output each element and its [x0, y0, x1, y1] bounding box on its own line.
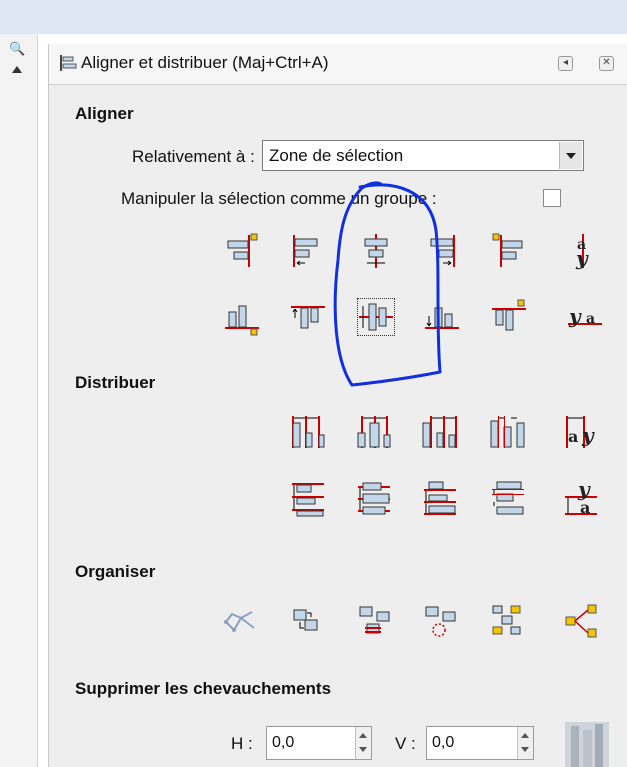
align-dialog-icon [60, 55, 77, 71]
svg-text:y: y [575, 246, 589, 270]
align-right-edges-icon[interactable] [423, 232, 461, 270]
relative-to-label: Relativement à : [132, 147, 255, 166]
close-panel-icon[interactable]: ✕ [599, 56, 614, 71]
align-text-baseline-horizontal-icon[interactable]: ya [566, 298, 604, 336]
svg-text:a: a [586, 311, 595, 327]
collapse-panel-icon[interactable]: ◂ [558, 56, 573, 71]
chevron-down-icon[interactable] [559, 142, 582, 169]
treat-as-group-label: Manipuler la sélection comme un groupe : [121, 189, 437, 208]
relative-to-dropdown[interactable]: Zone de sélection [262, 140, 584, 171]
section-heading-arrange: Organiser [75, 562, 156, 581]
scroll-up-arrow-icon[interactable] [12, 66, 22, 73]
section-heading-remove-overlaps: Supprimer les chevauchements [75, 679, 332, 698]
center-vertical-axis-icon[interactable] [357, 232, 395, 270]
align-right-edge-to-left-anchor-icon[interactable] [223, 232, 261, 270]
section-heading-distribute: Distribuer [75, 373, 156, 392]
horizontal-gap-value: 0,0 [272, 734, 295, 751]
align-bottom-to-top-anchor-icon[interactable] [223, 298, 261, 336]
unclump-icon[interactable] [222, 602, 260, 640]
distribute-gaps-horizontal-icon[interactable] [489, 413, 527, 451]
panel-titlebar: Aligner et distribuer (Maj+Ctrl+A) ◂ ✕ [49, 44, 627, 85]
distribute-right-edges-icon[interactable] [421, 413, 459, 451]
section-heading-align: Aligner [75, 104, 134, 123]
vertical-gap-label: V : [395, 734, 416, 753]
left-toolbar: 🔍 [0, 34, 38, 767]
spin-arrows-icon[interactable] [517, 727, 533, 759]
distribute-centers-horizontal-icon[interactable] [355, 413, 393, 451]
treat-as-group-checkbox[interactable] [543, 189, 561, 207]
center-horizontal-axis-icon[interactable] [357, 298, 395, 336]
grid-arrange-icon[interactable] [489, 602, 527, 640]
zoom-icon[interactable]: 🔍 [9, 42, 25, 57]
align-left-edge-to-right-anchor-icon[interactable] [490, 232, 528, 270]
window-top-strip [0, 0, 627, 34]
rotate-exchange-icon[interactable] [423, 602, 461, 640]
align-bottom-edges-icon[interactable] [423, 298, 461, 336]
align-left-edges-icon[interactable] [287, 232, 325, 270]
distribute-baselines-vertical-icon[interactable]: ya [562, 479, 600, 517]
horizontal-gap-label: H : [231, 734, 253, 753]
distribute-bottom-edges-icon[interactable] [421, 479, 459, 517]
align-top-edges-icon[interactable] [289, 298, 327, 336]
svg-text:a: a [568, 427, 578, 446]
distribute-left-edges-icon[interactable] [289, 413, 327, 451]
tree-layout-icon[interactable] [562, 602, 600, 640]
relative-to-value: Zone de sélection [269, 146, 404, 165]
svg-text:y: y [568, 304, 582, 328]
distribute-top-edges-icon[interactable] [289, 479, 327, 517]
distribute-baselines-horizontal-icon[interactable]: ay [562, 413, 600, 451]
svg-text:y: y [581, 423, 595, 447]
panel-title: Aligner et distribuer (Maj+Ctrl+A) [81, 53, 329, 72]
align-baseline-text-icon[interactable]: ay [566, 232, 604, 270]
vertical-gap-value: 0,0 [432, 734, 455, 751]
svg-text:a: a [580, 498, 590, 517]
exchange-icon[interactable] [357, 602, 395, 640]
distribute-centers-vertical-icon[interactable] [355, 479, 393, 517]
distribute-gaps-vertical-icon[interactable] [489, 479, 527, 517]
spin-arrows-icon[interactable] [355, 727, 371, 759]
align-top-to-bottom-anchor-icon[interactable] [490, 298, 528, 336]
horizontal-gap-spinbox[interactable]: 0,0 [266, 726, 372, 760]
remove-overlaps-button[interactable] [565, 722, 609, 767]
vertical-gap-spinbox[interactable]: 0,0 [426, 726, 534, 760]
randomize-icon[interactable] [289, 602, 327, 640]
